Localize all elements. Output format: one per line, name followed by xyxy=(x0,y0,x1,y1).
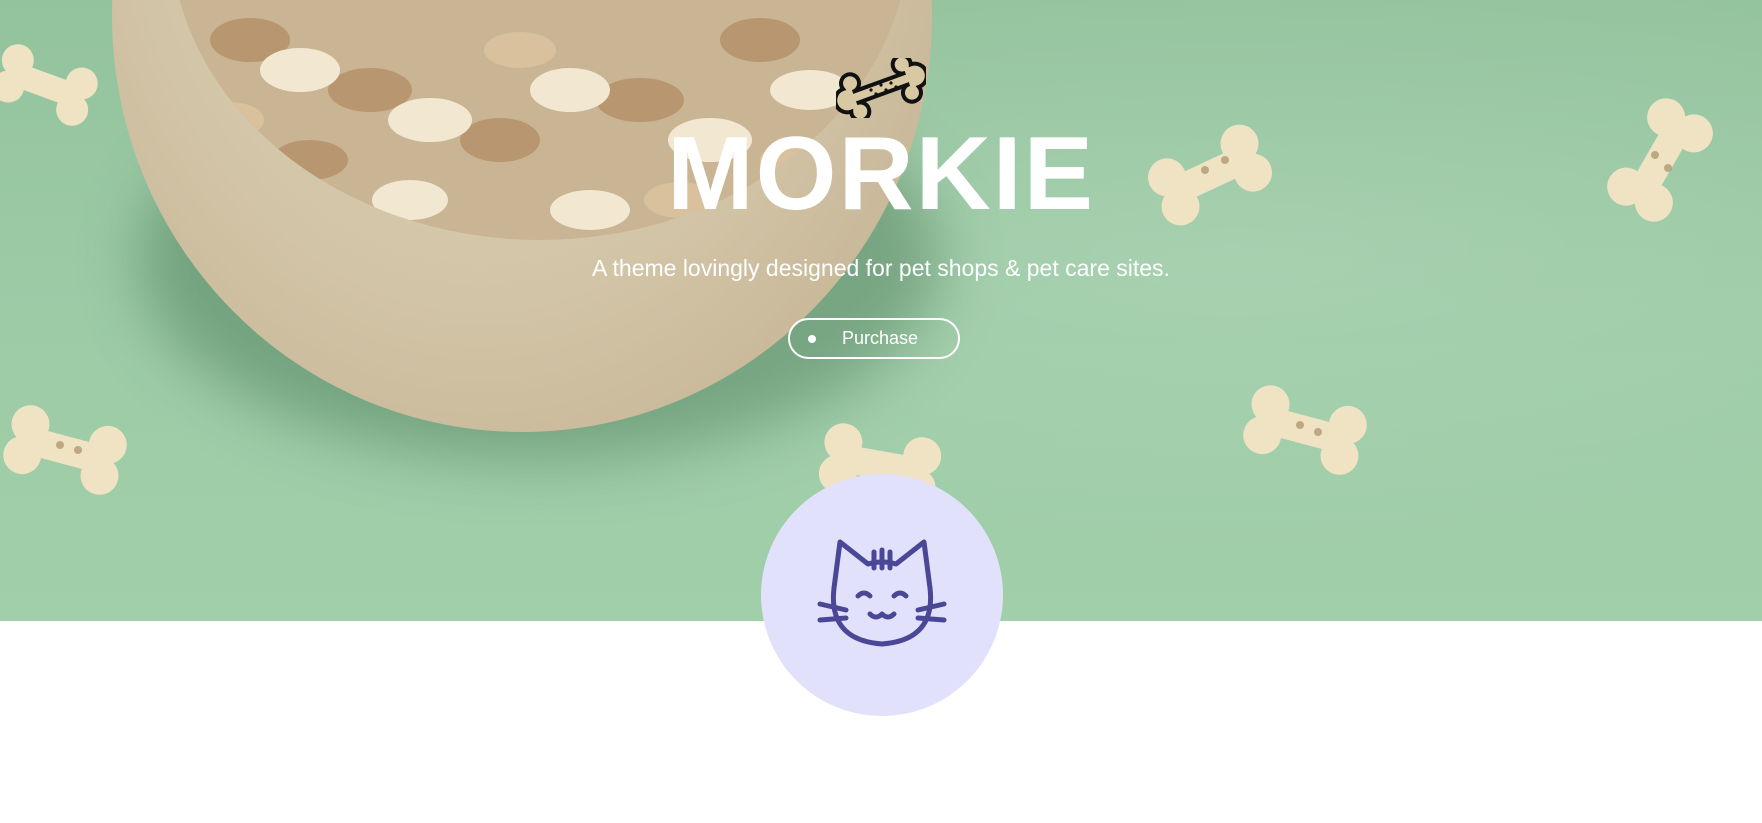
site-tagline: A theme lovingly designed for pet shops … xyxy=(592,255,1170,281)
cat-face-icon xyxy=(817,539,947,647)
purchase-button-label: Purchase xyxy=(841,328,919,348)
dog-bone-icon xyxy=(836,58,926,118)
dot-icon xyxy=(808,335,816,343)
purchase-button[interactable]: Purchase xyxy=(788,318,960,359)
site-title: MORKIE xyxy=(667,116,1095,232)
cat-feature-badge xyxy=(761,474,1003,716)
